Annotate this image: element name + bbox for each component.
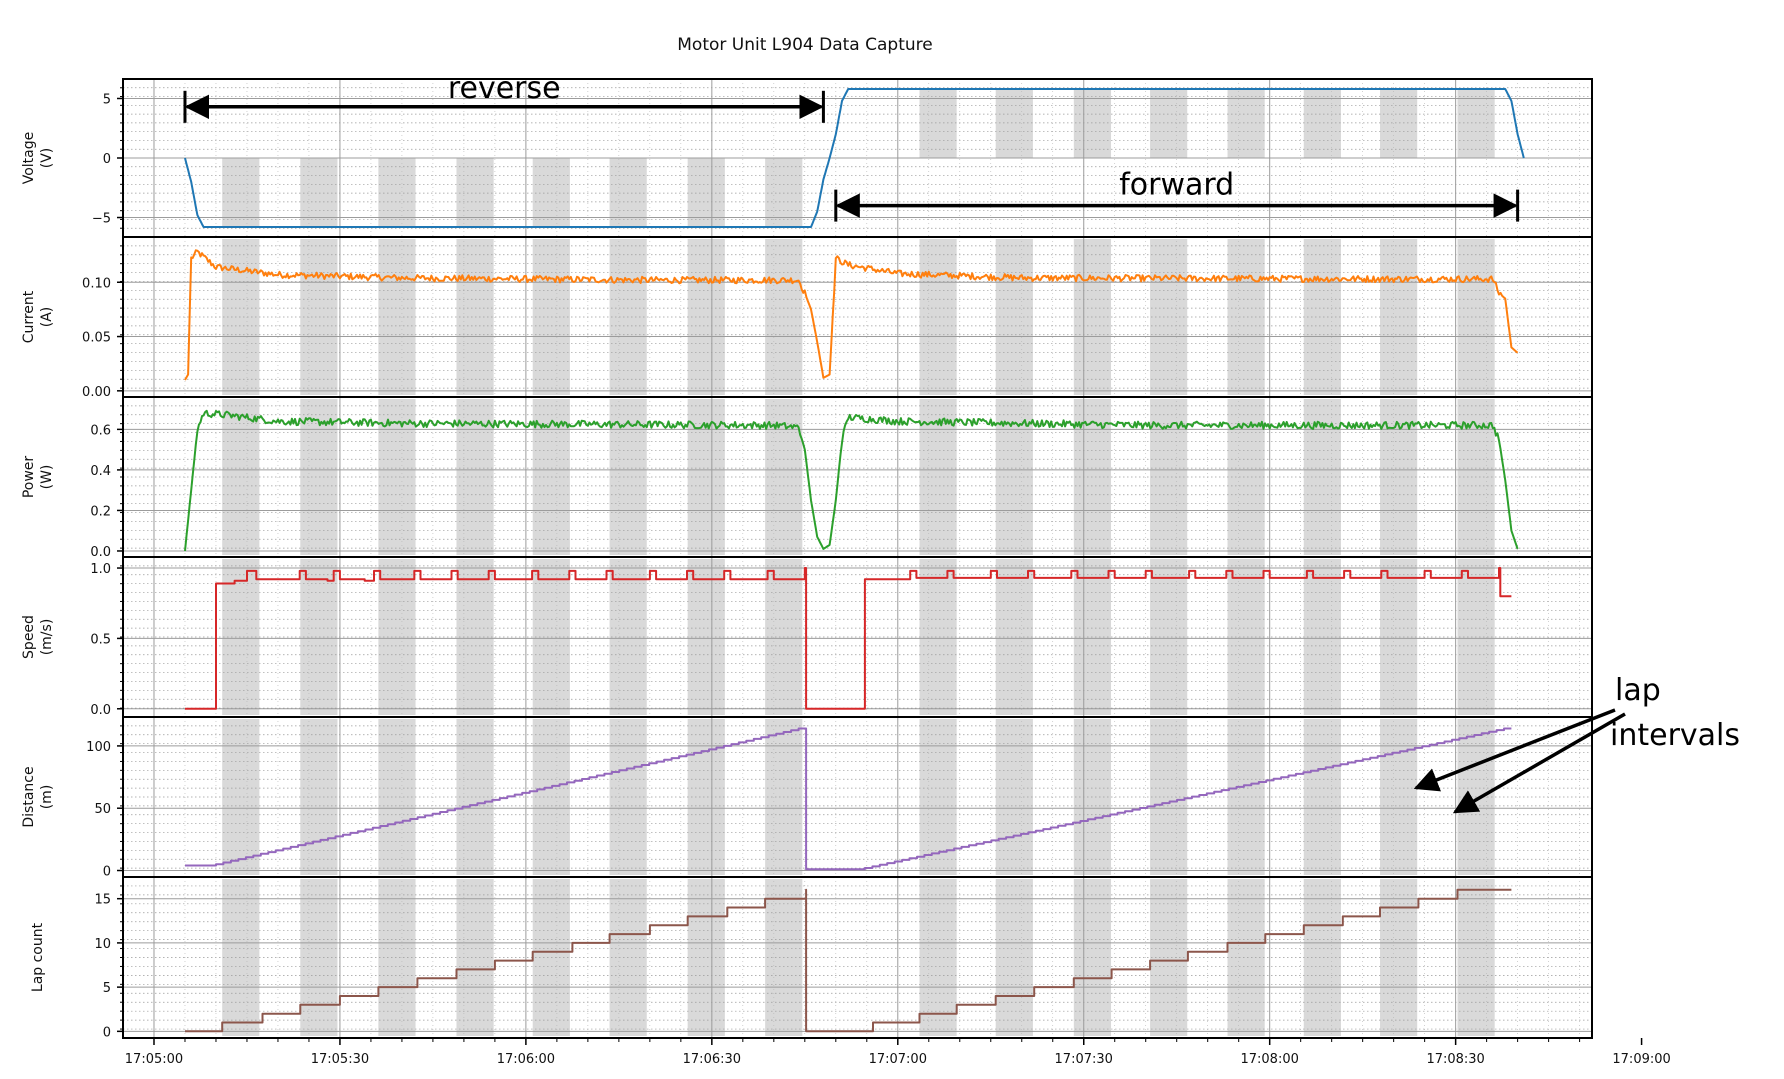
lap-interval-voltage-9 <box>995 88 1033 158</box>
lap-interval-voltage-15 <box>1457 88 1495 158</box>
ytick-label-current-2: 0.00 <box>82 385 111 400</box>
ytick-label-power-0: 0.6 <box>90 423 111 438</box>
ytick-label-lap_count-0: 15 <box>94 893 111 908</box>
chart-title: Motor Unit L904 Data Capture <box>677 35 932 55</box>
lap-interval-voltage-13 <box>1303 88 1341 158</box>
ylabel-power-1: (W) <box>39 465 55 490</box>
ylabel-current-0: Current <box>21 290 37 343</box>
ylabel-distance-1: (m) <box>39 785 55 810</box>
lap-interval-voltage-14 <box>1380 88 1418 158</box>
panel-current: 0.10 0.05 0.00 Current (A) <box>21 236 1593 400</box>
ylabel-voltage-0: Voltage <box>21 132 37 185</box>
xtick-label-0: 17:05:00 <box>125 1052 183 1067</box>
ytick-label-current-1: 0.05 <box>82 331 111 346</box>
ytick-label-speed-2: 0.0 <box>90 703 111 718</box>
lap-interval-voltage-8 <box>919 88 957 158</box>
xtick-label-8: 17:09:00 <box>1612 1052 1670 1067</box>
lap-interval-voltage-1 <box>300 158 338 228</box>
annotation-lap-intervals-line2: intervals <box>1610 718 1740 753</box>
lap-interval-voltage-11 <box>1150 88 1188 158</box>
xtick-label-5: 17:07:30 <box>1055 1052 1113 1067</box>
annotation-lap-intervals-line1: lap <box>1615 673 1661 708</box>
ylabel-distance-0: Distance <box>21 766 37 827</box>
panel-voltage: 5 0 −5 Voltage (V) <box>21 78 1593 238</box>
ytick-label-distance-1: 50 <box>94 802 111 817</box>
panel-lap_count: 15 10 5 0 Lap count <box>30 876 1593 1040</box>
lap-interval-voltage-4 <box>532 158 570 228</box>
xtick-label-4: 17:07:00 <box>869 1052 927 1067</box>
lap-interval-voltage-7 <box>765 158 803 228</box>
ytick-label-voltage-2: −5 <box>92 212 111 227</box>
ytick-label-lap_count-1: 10 <box>94 937 111 952</box>
lap-interval-voltage-12 <box>1227 88 1265 158</box>
panel-speed: 1.0 0.5 0.0 Speed (m/s) <box>21 556 1593 718</box>
lap-interval-voltage-0 <box>222 158 260 228</box>
panel-distance: 100 50 0 Distance (m) <box>21 716 1593 880</box>
xtick-label-3: 17:06:30 <box>683 1052 741 1067</box>
ytick-label-voltage-0: 5 <box>103 92 111 107</box>
ytick-label-voltage-1: 0 <box>103 152 111 167</box>
ytick-label-distance-2: 0 <box>103 865 111 880</box>
ylabel-current-1: (A) <box>39 307 55 328</box>
xtick-label-2: 17:06:00 <box>497 1052 555 1067</box>
xtick-label-1: 17:05:30 <box>311 1052 369 1067</box>
ytick-label-lap_count-2: 5 <box>103 981 111 996</box>
ytick-label-power-3: 0.0 <box>90 545 111 560</box>
ytick-label-speed-1: 0.5 <box>90 632 111 647</box>
ytick-label-current-0: 0.10 <box>82 276 111 291</box>
annotation-label-0: reverse <box>448 71 561 106</box>
lap-interval-voltage-3 <box>456 158 494 228</box>
ytick-label-distance-0: 100 <box>86 740 111 755</box>
ylabel-lap_count-0: Lap count <box>30 922 46 992</box>
ytick-label-power-1: 0.4 <box>90 464 111 479</box>
panel-power: 0.6 0.4 0.2 0.0 Power (W) <box>21 396 1593 560</box>
lap-interval-voltage-2 <box>378 158 416 228</box>
ytick-label-lap_count-3: 0 <box>103 1025 111 1040</box>
lap-interval-voltage-6 <box>687 158 725 228</box>
xtick-label-6: 17:08:00 <box>1240 1052 1298 1067</box>
annotation-label-1: forward <box>1119 168 1234 203</box>
chart: Motor Unit L904 Data Capture 50−5Voltage… <box>21 35 1740 1067</box>
ytick-label-power-2: 0.2 <box>90 504 111 519</box>
ylabel-voltage-1: (V) <box>39 148 55 169</box>
ylabel-power-0: Power <box>21 456 37 499</box>
ylabel-speed-0: Speed <box>21 615 37 659</box>
lap-interval-voltage-5 <box>609 158 647 228</box>
xtick-label-7: 17:08:30 <box>1426 1052 1484 1067</box>
ylabel-speed-1: (m/s) <box>39 619 55 656</box>
lap-interval-voltage-10 <box>1073 88 1112 158</box>
ytick-label-speed-0: 1.0 <box>90 562 111 577</box>
